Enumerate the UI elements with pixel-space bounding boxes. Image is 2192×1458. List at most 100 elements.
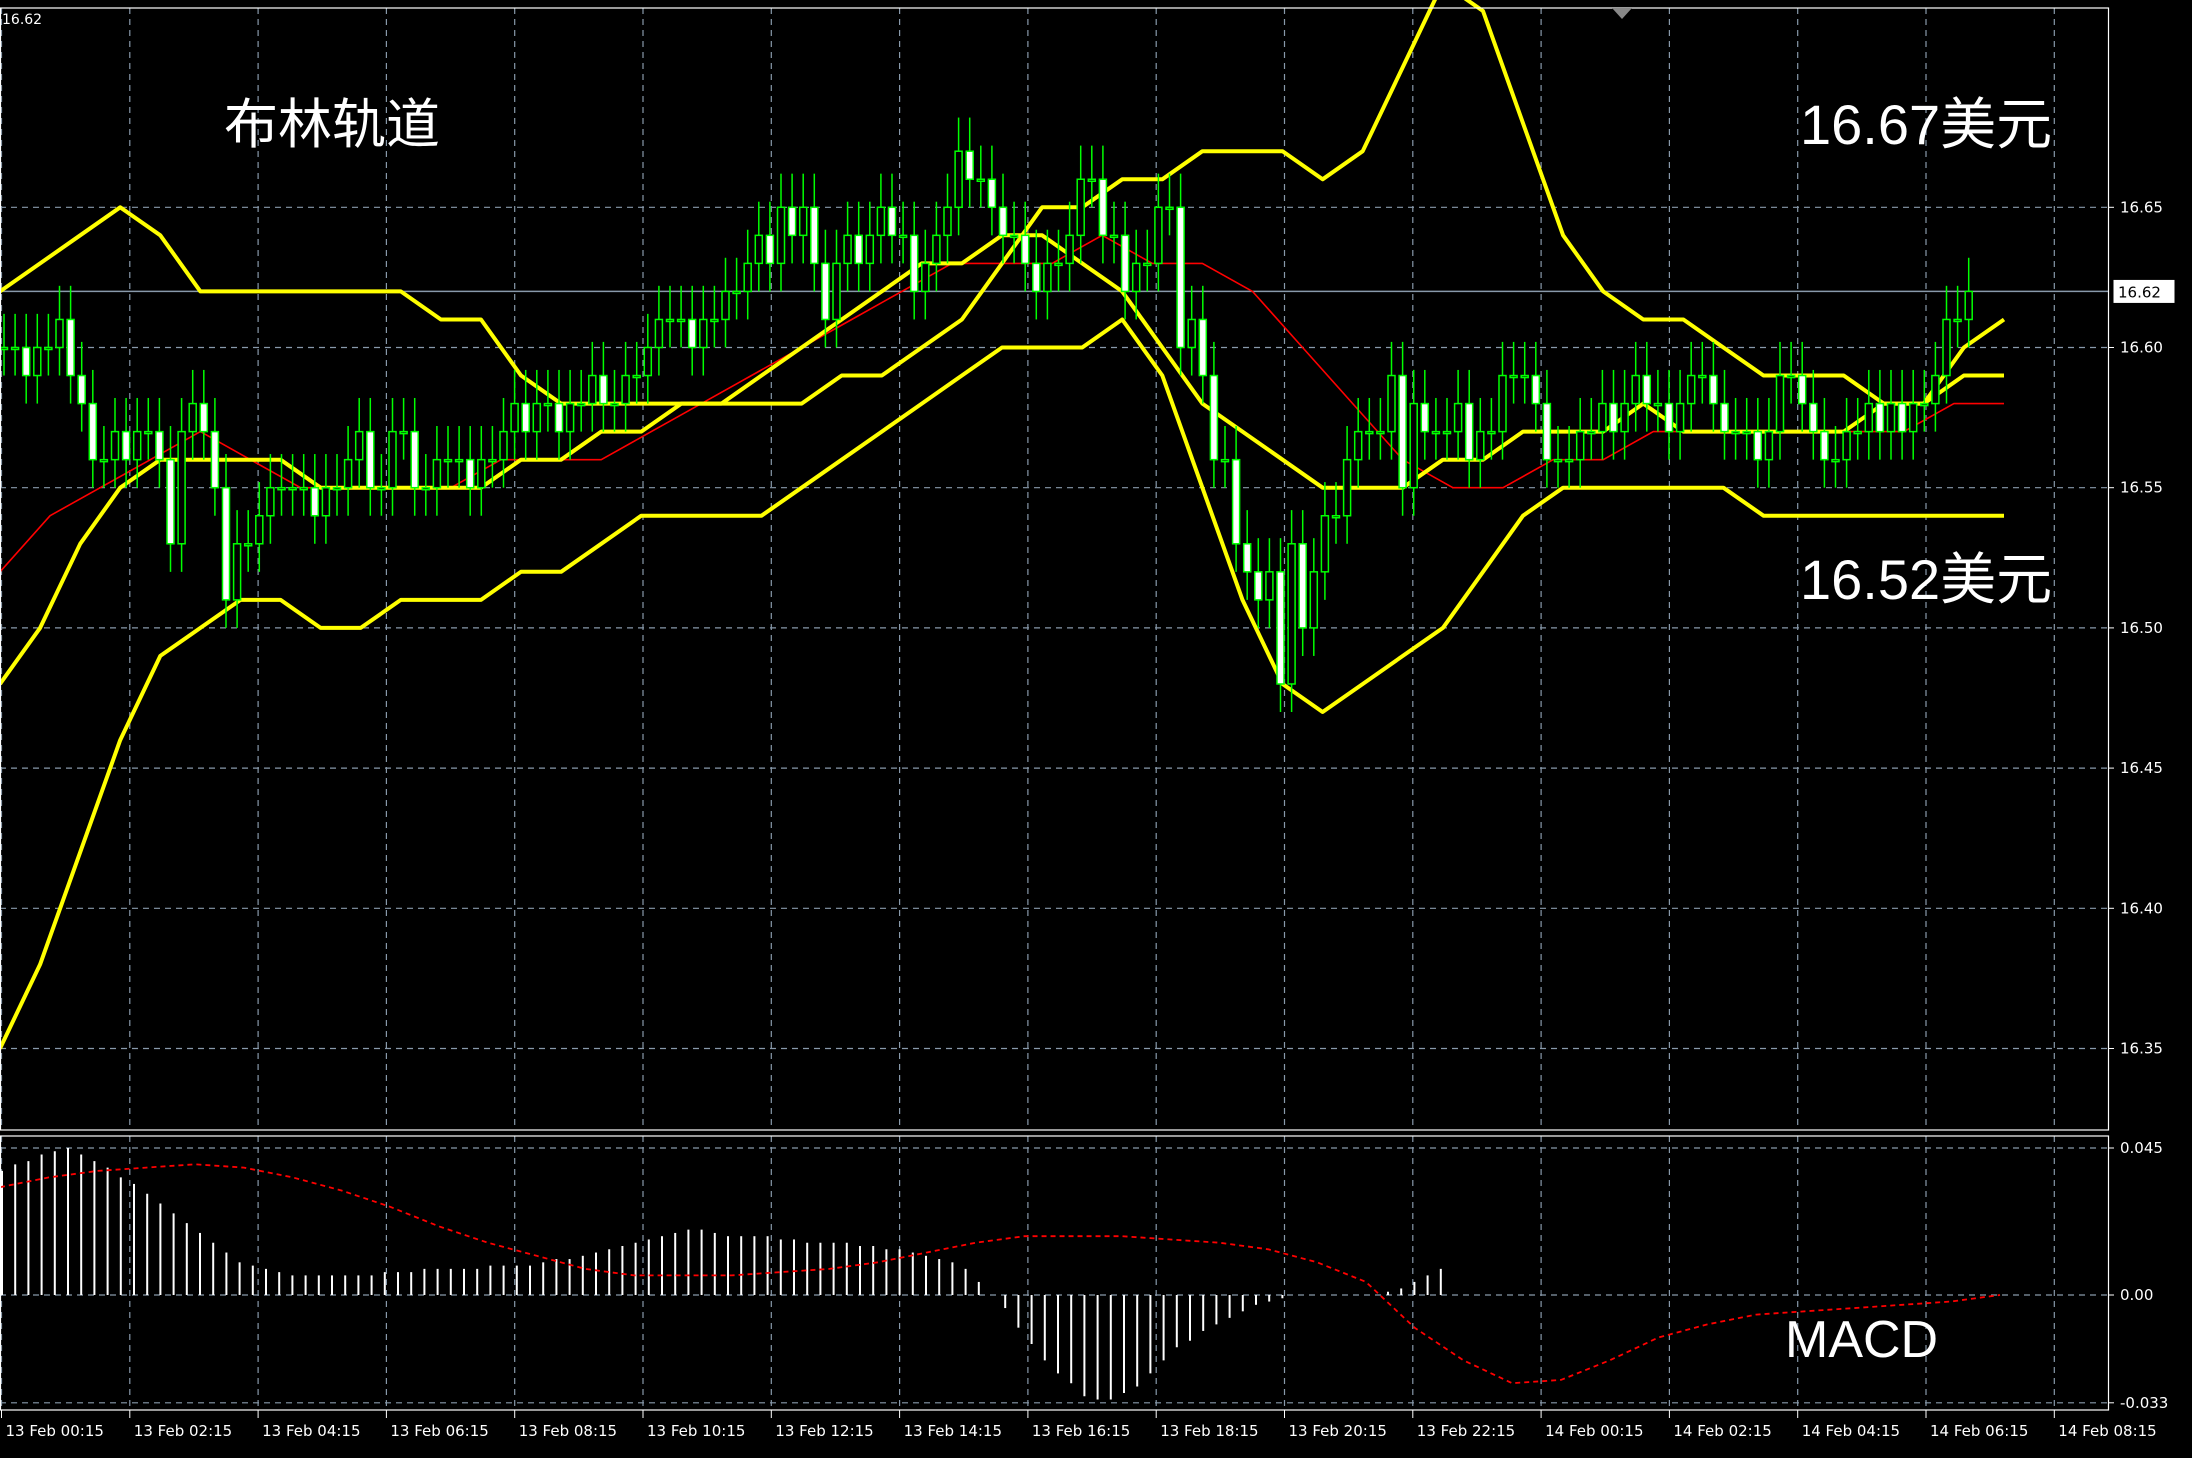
candle-body: [499, 430, 508, 461]
candlestick: [1553, 426, 1563, 488]
candle-body: [521, 402, 530, 433]
candlestick: [1098, 145, 1108, 264]
candle-body: [1431, 430, 1441, 435]
time-axis: 13 Feb 00:15 13 Feb 02:15 13 Feb 04:15 13 F…: [1, 1410, 2157, 1440]
candlestick: [798, 173, 808, 264]
candlestick: [554, 369, 564, 460]
price-tick-label: 16.35: [2120, 1040, 2163, 1058]
candlestick: [1187, 285, 1196, 376]
candle-body: [44, 346, 53, 351]
candlestick: [1453, 369, 1463, 460]
candle-body: [1487, 430, 1496, 435]
candlestick: [810, 173, 819, 292]
candle-body: [110, 430, 120, 461]
candlestick: [1587, 397, 1596, 460]
candle-body: [1476, 430, 1485, 461]
price-tick-label: 16.55: [2120, 479, 2163, 497]
candlestick: [732, 257, 741, 320]
candle-body: [0, 346, 9, 351]
candlestick: [1831, 426, 1840, 488]
candle-body: [565, 402, 575, 433]
candle-body: [532, 402, 542, 433]
candle-body: [1209, 374, 1219, 461]
candlestick: [743, 229, 752, 320]
candle-body: [465, 458, 475, 489]
time-tick-label: 13 Feb 22:15: [1417, 1422, 1515, 1440]
candlestick: [1365, 397, 1374, 460]
candle-body: [776, 206, 786, 265]
corner-price-label: 16.62: [2, 12, 43, 28]
candlestick: [188, 369, 197, 460]
candle-body: [632, 374, 641, 379]
candle-body: [144, 430, 153, 435]
candle-body: [243, 543, 253, 547]
candle-body: [721, 290, 730, 321]
candlestick: [465, 426, 475, 516]
candlestick: [1631, 341, 1640, 432]
candle-body: [1065, 234, 1074, 265]
candlestick: [998, 173, 1008, 264]
candle-body: [998, 206, 1008, 237]
candle-body: [643, 346, 653, 377]
candle-body: [1886, 402, 1896, 433]
candle-body: [33, 346, 42, 377]
candlestick: [621, 341, 630, 432]
candlestick: [1820, 397, 1829, 488]
candle-body: [221, 486, 231, 601]
time-tick-label: 13 Feb 06:15: [390, 1422, 488, 1440]
candlestick: [432, 426, 442, 516]
time-tick-label: 14 Feb 02:15: [1673, 1422, 1771, 1440]
candle-body: [188, 402, 197, 433]
candlestick: [221, 454, 231, 628]
candle-body: [21, 346, 31, 377]
macd-signal-line: [0, 1163, 2001, 1385]
moving-average-line: [0, 234, 2004, 573]
candlestick: [21, 313, 31, 404]
candle-body: [343, 458, 353, 489]
candlestick: [110, 397, 120, 488]
candle-body: [1620, 402, 1629, 433]
candle-body: [1931, 374, 1940, 405]
price-tick-label: 16.65: [2120, 198, 2163, 216]
candle-body: [510, 402, 519, 433]
candlestick: [1786, 341, 1796, 404]
candlestick: [443, 426, 453, 488]
candlestick: [1897, 369, 1907, 460]
candlestick: [1775, 341, 1785, 460]
candle-body: [1875, 402, 1885, 433]
candlestick: [299, 454, 308, 516]
chart-title: 布林轨道: [224, 95, 440, 155]
candle-body: [832, 262, 841, 321]
candle-body: [1453, 402, 1463, 433]
candlestick: [1598, 369, 1607, 460]
candlestick: [399, 397, 408, 460]
candle-body: [210, 430, 220, 489]
candlestick: [88, 369, 98, 488]
candle-body: [199, 402, 209, 433]
candlestick: [1287, 510, 1296, 713]
candle-body: [1420, 402, 1430, 433]
middle-band-line: [0, 233, 2004, 686]
candle-body: [798, 206, 808, 237]
candle-body: [1365, 430, 1374, 435]
candle-body: [77, 374, 86, 405]
candle-body: [1009, 234, 1019, 239]
candle-body: [1265, 571, 1274, 601]
candle-body: [887, 206, 897, 237]
candle-body: [399, 430, 408, 435]
candle-body: [1143, 262, 1152, 267]
candlestick: [243, 510, 253, 572]
candle-body: [1464, 402, 1474, 461]
candle-body: [255, 514, 264, 545]
candlestick: [1032, 229, 1041, 320]
candlestick: [1420, 369, 1430, 460]
candlestick: [1242, 510, 1252, 600]
candlestick: [343, 426, 353, 516]
candle-body: [377, 486, 386, 491]
candle-body: [1664, 402, 1674, 433]
candlestick: [1309, 538, 1319, 656]
candlestick: [1853, 397, 1862, 460]
time-tick-label: 14 Feb 08:15: [2058, 1422, 2156, 1440]
candle-body: [1842, 430, 1851, 461]
price-tick-label: 16.45: [2120, 759, 2163, 777]
